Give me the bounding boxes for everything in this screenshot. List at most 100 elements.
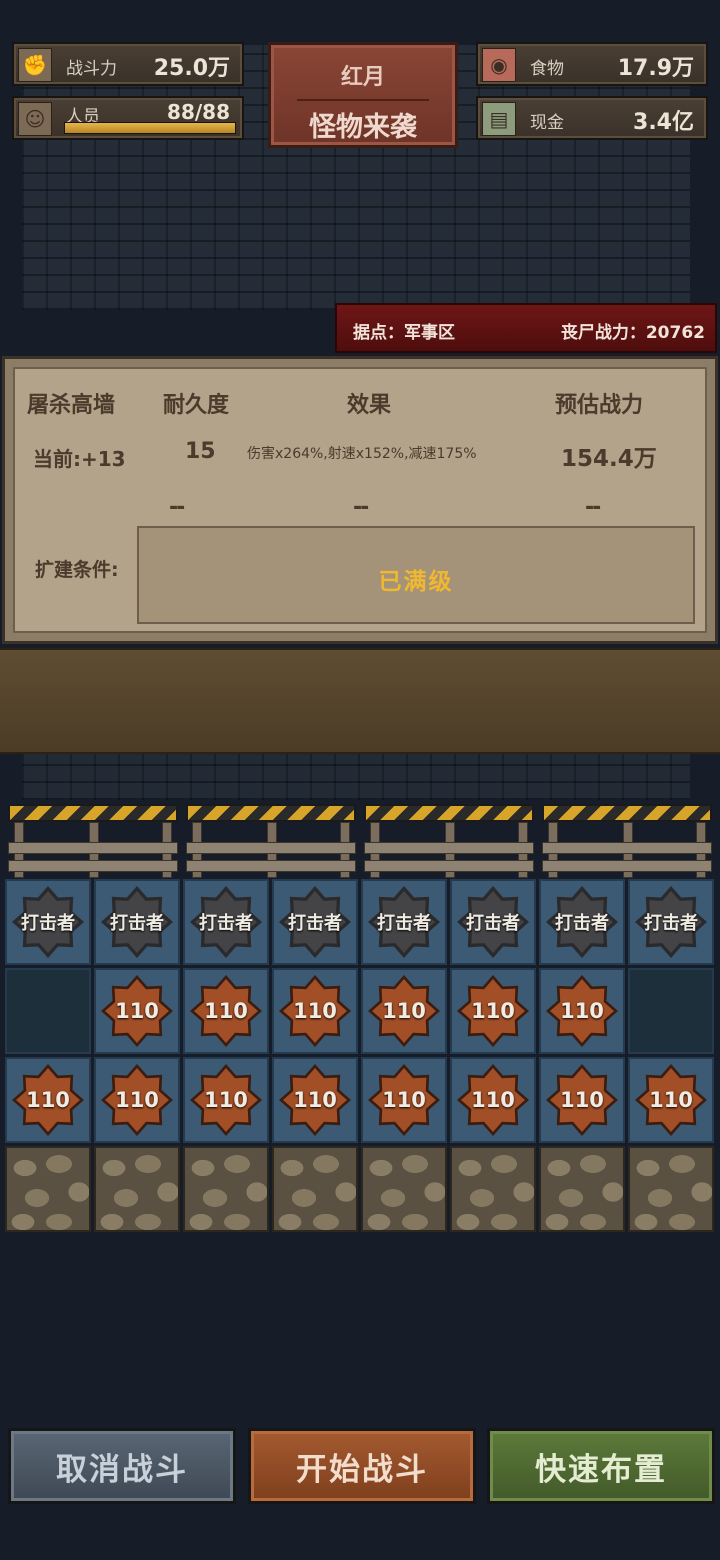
- striker-slot[interactable]: 打击者: [94, 879, 180, 965]
- location-banner: 据点：军事区 丧尸战力：20762: [335, 303, 717, 353]
- slot-label: 110: [293, 1088, 337, 1112]
- striker-slot[interactable]: 打击者: [450, 879, 536, 965]
- unit-badge-icon: 110: [457, 1064, 529, 1136]
- striker-badge-icon: 打击者: [190, 886, 262, 958]
- slot-label: 110: [649, 1088, 693, 1112]
- barricade: [542, 804, 712, 878]
- cash-stat[interactable]: ▤ 现金 3.4亿: [476, 96, 708, 140]
- striker-badge-icon: 打击者: [457, 886, 529, 958]
- combat-power-stat[interactable]: ✊ 战斗力 25.0万: [12, 42, 244, 86]
- cash-label: 现金: [530, 113, 564, 133]
- unit-slot[interactable]: 110: [628, 1057, 714, 1143]
- striker-badge-icon: 打击者: [279, 886, 351, 958]
- header-durability: 耐久度: [163, 393, 230, 418]
- current-durability: 15: [185, 439, 216, 464]
- slot-label: 打击者: [199, 913, 253, 934]
- food-stat[interactable]: ◉ 食物 17.9万: [476, 42, 708, 86]
- slot-label: 110: [115, 1088, 159, 1112]
- stone-tile: [628, 1146, 714, 1232]
- unit-badge-icon: 110: [546, 975, 618, 1047]
- unit-slot[interactable]: 110: [183, 968, 269, 1054]
- slot-label: 打击者: [288, 913, 342, 934]
- unit-slot[interactable]: 110: [450, 968, 536, 1054]
- unit-slot[interactable]: 110: [272, 1057, 358, 1143]
- personnel-bar-fill: [65, 123, 235, 133]
- slot-label: 110: [471, 1088, 515, 1112]
- wall-info-panel: 屠杀高墙 耐久度 效果 预估战力 当前:+13 15 伤害x264%,射速x15…: [2, 356, 718, 644]
- slot-label: 110: [204, 999, 248, 1023]
- next-effect: --: [353, 495, 369, 520]
- personnel-value: 88/88: [167, 100, 230, 124]
- header-wall: 屠杀高墙: [27, 393, 116, 418]
- cash-value: 3.4亿: [633, 110, 694, 135]
- stone-tile: [450, 1146, 536, 1232]
- hazard-stripe: [186, 804, 356, 822]
- striker-slot[interactable]: 打击者: [361, 879, 447, 965]
- unit-slot[interactable]: 110: [272, 968, 358, 1054]
- combat-power-value: 25.0万: [153, 56, 230, 81]
- barricade-plank: [8, 842, 178, 854]
- quick-deploy-button[interactable]: 快速布置: [487, 1428, 715, 1504]
- next-power: --: [585, 495, 601, 520]
- max-level-text: 已满级: [378, 569, 454, 595]
- striker-badge-icon: 打击者: [12, 886, 84, 958]
- slot-label: 110: [115, 999, 159, 1023]
- stone-tile: [361, 1146, 447, 1232]
- stone-tile: [539, 1146, 625, 1232]
- current-power: 154.4万: [561, 446, 657, 472]
- hazard-stripe: [364, 804, 534, 822]
- fist-icon: ✊: [18, 48, 52, 82]
- unit-slot[interactable]: 110: [450, 1057, 536, 1143]
- combat-power-label: 战斗力: [66, 59, 117, 79]
- unit-slot[interactable]: 110: [539, 968, 625, 1054]
- unit-badge-icon: 110: [546, 1064, 618, 1136]
- wall-info-inner: 屠杀高墙 耐久度 效果 预估战力 当前:+13 15 伤害x264%,射速x15…: [13, 367, 707, 633]
- current-effect: 伤害x264%,射速x152%,减速175%: [247, 446, 477, 462]
- unit-slot[interactable]: 110: [361, 968, 447, 1054]
- location-text: 据点：军事区: [353, 323, 455, 343]
- barricade-plank: [542, 842, 712, 854]
- event-subtitle: 怪物来袭: [309, 112, 417, 143]
- empty-slot[interactable]: [628, 968, 714, 1054]
- unit-slot[interactable]: 110: [361, 1057, 447, 1143]
- unit-slot[interactable]: 110: [94, 1057, 180, 1143]
- cancel-battle-button[interactable]: 取消战斗: [8, 1428, 236, 1504]
- barricade-plank: [364, 860, 534, 872]
- slot-label: 打击者: [21, 913, 75, 934]
- person-icon: ☺: [18, 102, 52, 136]
- slot-label: 110: [26, 1088, 70, 1112]
- wall-strip: [0, 648, 720, 754]
- stone-tile: [5, 1146, 91, 1232]
- barricade-plank: [542, 860, 712, 872]
- slot-label: 打击者: [466, 913, 520, 934]
- hazard-stripe: [8, 804, 178, 822]
- zombie-power-text: 丧尸战力：20762: [560, 323, 705, 343]
- personnel-stat[interactable]: ☺ 人员 88/88: [12, 96, 244, 140]
- striker-slot[interactable]: 打击者: [272, 879, 358, 965]
- event-divider: [297, 99, 429, 101]
- event-sign[interactable]: 红月 怪物来袭: [268, 42, 458, 148]
- event-title: 红月: [340, 65, 385, 90]
- slot-label: 110: [204, 1088, 248, 1112]
- striker-slot[interactable]: 打击者: [628, 879, 714, 965]
- slot-label: 110: [382, 1088, 426, 1112]
- slot-label: 打击者: [555, 913, 609, 934]
- start-battle-button[interactable]: 开始战斗: [248, 1428, 476, 1504]
- empty-slot[interactable]: [5, 968, 91, 1054]
- unit-slot[interactable]: 110: [183, 1057, 269, 1143]
- unit-badge-icon: 110: [279, 975, 351, 1047]
- striker-slot[interactable]: 打击者: [183, 879, 269, 965]
- stone-tile: [183, 1146, 269, 1232]
- unit-slot[interactable]: 110: [94, 968, 180, 1054]
- barricade: [364, 804, 534, 878]
- next-durability: --: [169, 495, 185, 520]
- striker-slot[interactable]: 打击者: [539, 879, 625, 965]
- meat-icon: ◉: [482, 48, 516, 82]
- unit-slot[interactable]: 110: [5, 1057, 91, 1143]
- slot-label: 110: [560, 1088, 604, 1112]
- unit-slot[interactable]: 110: [539, 1057, 625, 1143]
- slot-label: 打击者: [377, 913, 431, 934]
- striker-slot[interactable]: 打击者: [5, 879, 91, 965]
- unit-badge-icon: 110: [190, 975, 262, 1047]
- unit-badge-icon: 110: [457, 975, 529, 1047]
